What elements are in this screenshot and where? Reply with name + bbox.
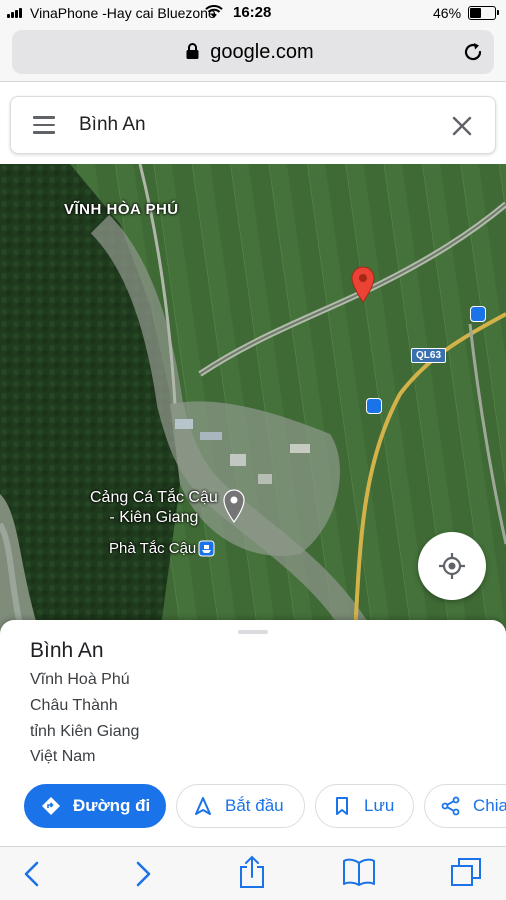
bookmarks-icon[interactable] xyxy=(342,858,376,886)
road-badge: QL63 xyxy=(411,348,447,363)
address-line: tỉnh Kiên Giang xyxy=(30,723,140,740)
share-label: Chia xyxy=(473,796,506,815)
place-title: Bình An xyxy=(30,639,104,662)
share-button[interactable]: Chia xyxy=(424,784,506,828)
back-icon[interactable] xyxy=(22,860,42,888)
crosshair-icon xyxy=(439,553,465,579)
address-line: Vĩnh Hoà Phú xyxy=(30,671,130,688)
bookmark-icon xyxy=(336,797,348,815)
close-icon[interactable] xyxy=(451,115,473,137)
carrier-name: VinaPhone -Hay cai Bluezone xyxy=(30,5,216,21)
poi-label-port[interactable]: Cảng Cá Tắc Cậu - Kiên Giang xyxy=(90,488,218,528)
my-location-button[interactable] xyxy=(418,532,486,600)
hamburger-menu-icon[interactable] xyxy=(33,116,55,134)
clock: 16:28 xyxy=(233,4,272,21)
navigation-arrow-icon xyxy=(195,797,211,815)
directions-icon xyxy=(42,797,60,815)
poi-label-port-line1: Cảng Cá Tắc Cậu xyxy=(90,489,218,506)
poi-label-port-line2: - Kiên Giang xyxy=(109,509,199,526)
action-chips: Đường đi Bắt đầu Lưu Chia xyxy=(24,784,506,830)
directions-button[interactable]: Đường đi xyxy=(24,784,166,828)
bus-stop-icon[interactable] xyxy=(470,306,486,322)
start-navigation-button[interactable]: Bắt đầu xyxy=(176,784,305,828)
battery-icon xyxy=(468,6,499,20)
bus-stop-icon[interactable] xyxy=(366,398,382,414)
maps-search-box[interactable]: Bình An xyxy=(10,96,496,154)
poi-label-ferry[interactable]: Phà Tắc Cậu xyxy=(109,540,196,557)
address-bar[interactable]: google.com xyxy=(12,30,494,74)
search-query[interactable]: Bình An xyxy=(79,114,146,136)
battery-percentage: 46% xyxy=(433,5,462,21)
save-label: Lưu xyxy=(364,796,395,815)
address-line: Việt Nam xyxy=(30,748,96,765)
directions-label: Đường đi xyxy=(73,796,151,815)
share-icon xyxy=(441,796,460,816)
start-label: Bắt đầu xyxy=(225,796,284,815)
reload-icon[interactable] xyxy=(462,41,484,63)
sheet-drag-handle[interactable] xyxy=(238,630,268,634)
share-sheet-icon[interactable] xyxy=(238,855,266,889)
url-text: google.com xyxy=(210,41,314,63)
place-details-sheet[interactable]: Bình An Vĩnh Hoà Phú Châu Thành tỉnh Kiê… xyxy=(0,620,506,846)
status-bar: VinaPhone -Hay cai Bluezone 16:28 46% xyxy=(0,0,506,26)
map-area-label: VĨNH HÒA PHÚ xyxy=(64,201,179,218)
browser-toolbar xyxy=(0,846,506,900)
forward-icon[interactable] xyxy=(133,860,153,888)
browser-address-area: google.com xyxy=(0,26,506,82)
tabs-icon[interactable] xyxy=(450,857,482,887)
wifi-icon xyxy=(205,5,223,18)
signal-strength-icon xyxy=(7,8,22,18)
save-button[interactable]: Lưu xyxy=(315,784,414,828)
address-line: Châu Thành xyxy=(30,697,118,714)
